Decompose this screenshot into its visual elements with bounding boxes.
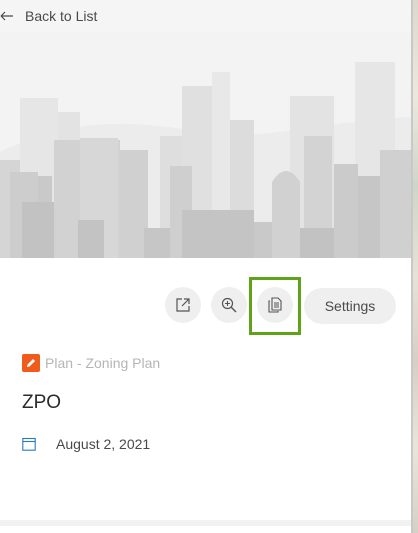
divider bbox=[0, 520, 411, 526]
pencil-icon bbox=[22, 354, 40, 372]
item-date: August 2, 2021 bbox=[22, 436, 150, 452]
item-date-label: August 2, 2021 bbox=[56, 436, 151, 452]
external-link-icon bbox=[176, 298, 190, 312]
zoom-in-icon bbox=[221, 297, 237, 313]
item-detail-panel: Back to List Settings Plan - Zoning Plan… bbox=[0, 0, 411, 533]
zoom-to-button[interactable] bbox=[211, 287, 247, 323]
city-skyline-placeholder-icon bbox=[0, 32, 411, 258]
back-label: Back to List bbox=[25, 8, 98, 24]
item-type-label: Plan - Zoning Plan bbox=[45, 355, 161, 371]
back-to-list-link[interactable]: Back to List bbox=[0, 0, 411, 32]
item-title: ZPO bbox=[22, 392, 62, 413]
settings-button[interactable]: Settings bbox=[304, 288, 396, 324]
hero-thumbnail bbox=[0, 32, 411, 258]
open-item-button[interactable] bbox=[165, 287, 201, 323]
calendar-icon bbox=[22, 437, 36, 451]
item-type: Plan - Zoning Plan bbox=[22, 354, 160, 372]
arrow-left-icon bbox=[0, 11, 13, 21]
copy-button-highlight bbox=[249, 277, 301, 335]
map-background-edge bbox=[411, 0, 418, 533]
